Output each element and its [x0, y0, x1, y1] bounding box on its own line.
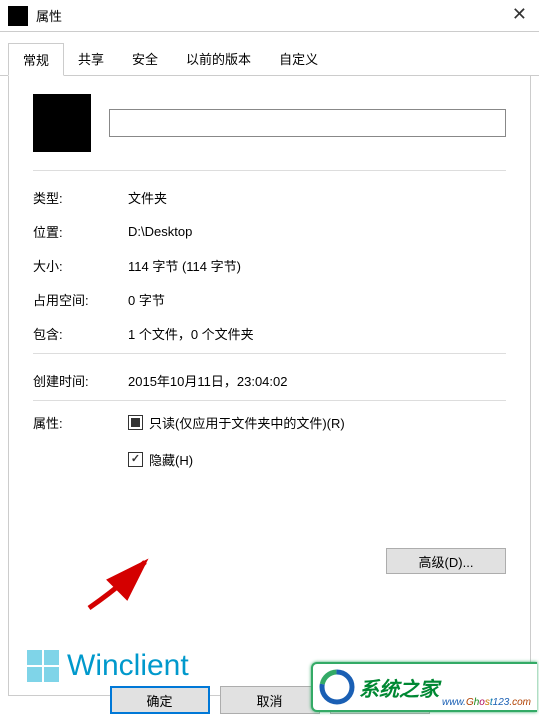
hidden-checkbox-row[interactable]: 隐藏(H)	[128, 450, 506, 469]
tab-security[interactable]: 安全	[118, 43, 172, 76]
arrow-annotation	[81, 556, 161, 616]
sizeondisk-label: 占用空间:	[33, 290, 128, 309]
tab-previous-versions[interactable]: 以前的版本	[172, 43, 265, 76]
watermark-badge: 系统之家 www.Ghost123.com	[311, 662, 537, 712]
general-panel: 类型:文件夹 位置:D:\Desktop 大小:114 字节 (114 字节) …	[8, 76, 531, 696]
cancel-button[interactable]: 取消	[220, 686, 320, 714]
tab-sharing[interactable]: 共享	[64, 43, 118, 76]
ok-button[interactable]: 确定	[110, 686, 210, 714]
watermark-icon	[319, 669, 355, 705]
contains-label: 包含:	[33, 324, 128, 343]
folder-icon	[33, 94, 91, 152]
hidden-label: 隐藏(H)	[149, 450, 193, 469]
tab-strip: 常规 共享 安全 以前的版本 自定义	[0, 32, 539, 76]
sizeondisk-value: 0 字节	[128, 290, 506, 309]
type-label: 类型:	[33, 188, 128, 207]
size-value: 114 字节 (114 字节)	[128, 256, 506, 275]
winclient-logo: Winclient	[27, 649, 189, 683]
winclient-text: Winclient	[67, 649, 189, 683]
watermark-url: www.Ghost123.com	[442, 697, 531, 708]
readonly-checkbox[interactable]	[128, 415, 143, 430]
watermark-text: 系统之家	[359, 673, 439, 702]
type-value: 文件夹	[128, 188, 506, 207]
readonly-checkbox-row[interactable]: 只读(仅应用于文件夹中的文件)(R)	[128, 413, 506, 432]
close-icon[interactable]: ✕	[512, 4, 527, 25]
tab-general[interactable]: 常规	[8, 43, 64, 76]
created-value: 2015年10月11日，23:04:02	[128, 371, 506, 390]
location-value: D:\Desktop	[128, 224, 506, 239]
created-label: 创建时间:	[33, 371, 128, 390]
name-input[interactable]	[109, 109, 506, 137]
location-label: 位置:	[33, 222, 128, 241]
window-title: 属性	[36, 6, 62, 25]
advanced-button[interactable]: 高级(D)...	[386, 548, 506, 574]
window-icon	[8, 6, 28, 26]
size-label: 大小:	[33, 256, 128, 275]
windows-icon	[27, 650, 59, 682]
readonly-label: 只读(仅应用于文件夹中的文件)(R)	[149, 413, 345, 432]
titlebar: 属性 ✕	[0, 0, 539, 32]
hidden-checkbox[interactable]	[128, 452, 143, 467]
attributes-label: 属性:	[33, 413, 128, 432]
contains-value: 1 个文件，0 个文件夹	[128, 324, 506, 343]
tab-customize[interactable]: 自定义	[265, 43, 332, 76]
